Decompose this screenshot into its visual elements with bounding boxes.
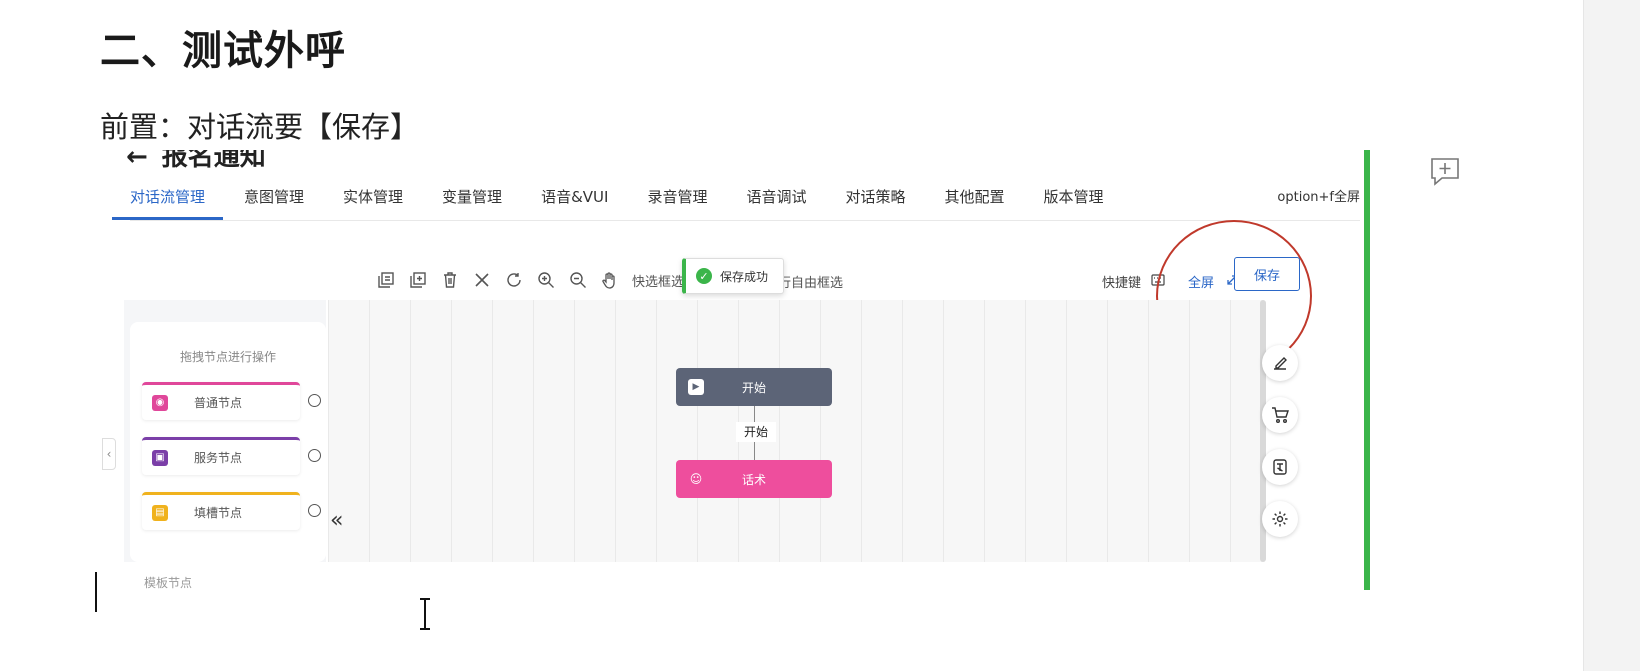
robot-icon: ☺ [689, 472, 703, 486]
translate-icon[interactable] [1262, 449, 1298, 485]
palette-node-normal[interactable]: ◉ 普通节点 [142, 382, 300, 420]
palette-node-label: 服务节点 [194, 451, 243, 465]
app-title: ← 报名通知 [126, 150, 266, 173]
fullscreen-shortcut-hint: option+f全屏 [1277, 190, 1360, 205]
flow-canvas[interactable] [328, 300, 1262, 562]
collapse-panel-icon[interactable]: « [330, 508, 343, 533]
palette-node-label: 填槽节点 [194, 506, 243, 520]
screenshot-green-edge [1364, 150, 1370, 590]
tab-variable[interactable]: 变量管理 [442, 178, 502, 220]
add-comment-icon[interactable] [1428, 155, 1462, 189]
shortcut-key-label: 快捷键 [1102, 276, 1142, 291]
tab-version[interactable]: 版本管理 [1044, 178, 1104, 220]
copy-icon[interactable] [376, 270, 396, 290]
flow-connector-label[interactable]: 开始 [736, 422, 776, 442]
ibeam-cursor-icon [418, 597, 432, 631]
settings-icon[interactable] [1262, 501, 1298, 537]
tab-dialog-strategy[interactable]: 对话策略 [845, 178, 905, 220]
tab-divider [130, 220, 1360, 221]
tab-intent[interactable]: 意图管理 [244, 178, 304, 220]
close-icon[interactable] [472, 270, 492, 290]
free-select-label[interactable]: 行自由框选 [778, 272, 843, 291]
toast-text: 保存成功 [720, 269, 769, 284]
expand-left-arrow-icon[interactable]: ‹ [102, 438, 116, 470]
tab-other-config[interactable]: 其他配置 [944, 178, 1004, 220]
palette-node-slot[interactable]: ▤ 填槽节点 [142, 492, 300, 530]
paste-icon[interactable] [408, 270, 428, 290]
play-icon: ▶ [688, 379, 704, 395]
quick-select-label[interactable]: 快选框选 [632, 271, 684, 290]
template-node-section[interactable]: 模板节点 [144, 574, 192, 590]
doc-heading: 二、测试外呼 [100, 28, 346, 74]
zoom-out-icon[interactable] [568, 270, 588, 290]
floating-toolbar [1262, 345, 1298, 537]
delete-icon[interactable] [440, 270, 460, 290]
node-palette-title: 拖拽节点进行操作 [179, 350, 276, 364]
app-title-text: 报名通知 [161, 150, 266, 172]
refresh-icon[interactable] [504, 270, 524, 290]
palette-node-service[interactable]: ▣ 服务节点 [142, 437, 300, 475]
right-sidebar-strip [1583, 0, 1640, 671]
tab-voice-debug[interactable]: 语音调试 [746, 178, 806, 220]
zoom-in-icon[interactable] [536, 270, 556, 290]
node-palette-panel: 拖拽节点进行操作 ◉ 普通节点 ▣ 服务节点 ▤ 填槽节点 模板节点 [124, 300, 326, 590]
flow-node-start[interactable]: ▶ 开始 [676, 368, 832, 406]
info-icon[interactable] [308, 449, 321, 462]
text-caret [95, 572, 97, 612]
cart-icon[interactable] [1262, 397, 1298, 433]
info-icon[interactable] [308, 504, 321, 517]
palette-node-label: 普通节点 [194, 396, 243, 410]
edit-icon[interactable] [1262, 345, 1298, 381]
tab-dialog-flow[interactable]: 对话流管理 [112, 178, 224, 220]
back-arrow-icon[interactable]: ← [126, 150, 148, 172]
check-circle-icon: ✓ [696, 268, 712, 284]
embedded-screenshot: ← 报名通知 对话流管理 意图管理 实体管理 变量管理 语音&VUI 录音管理 语… [102, 150, 1372, 590]
tab-recording[interactable]: 录音管理 [647, 178, 707, 220]
doc-paragraph: 前置：对话流要【保存】 [100, 110, 420, 144]
canvas-toolbar: 快选框选 [376, 270, 684, 290]
normal-node-icon: ◉ [152, 394, 168, 411]
tab-entity[interactable]: 实体管理 [343, 178, 403, 220]
info-icon[interactable] [308, 394, 321, 407]
tab-voice-vui[interactable]: 语音&VUI [541, 178, 608, 220]
node-palette-card: 拖拽节点进行操作 ◉ 普通节点 ▣ 服务节点 ▤ 填槽节点 模板节点 [130, 322, 326, 590]
slot-node-icon: ▤ [152, 504, 168, 521]
hand-icon[interactable] [600, 270, 620, 290]
tab-bar: 对话流管理 意图管理 实体管理 变量管理 语音&VUI 录音管理 语音调试 对话… [112, 178, 1143, 220]
save-success-toast: ✓ 保存成功 [682, 258, 784, 294]
flow-node-script[interactable]: ☺ 话术 [676, 460, 832, 498]
service-node-icon: ▣ [152, 449, 168, 466]
